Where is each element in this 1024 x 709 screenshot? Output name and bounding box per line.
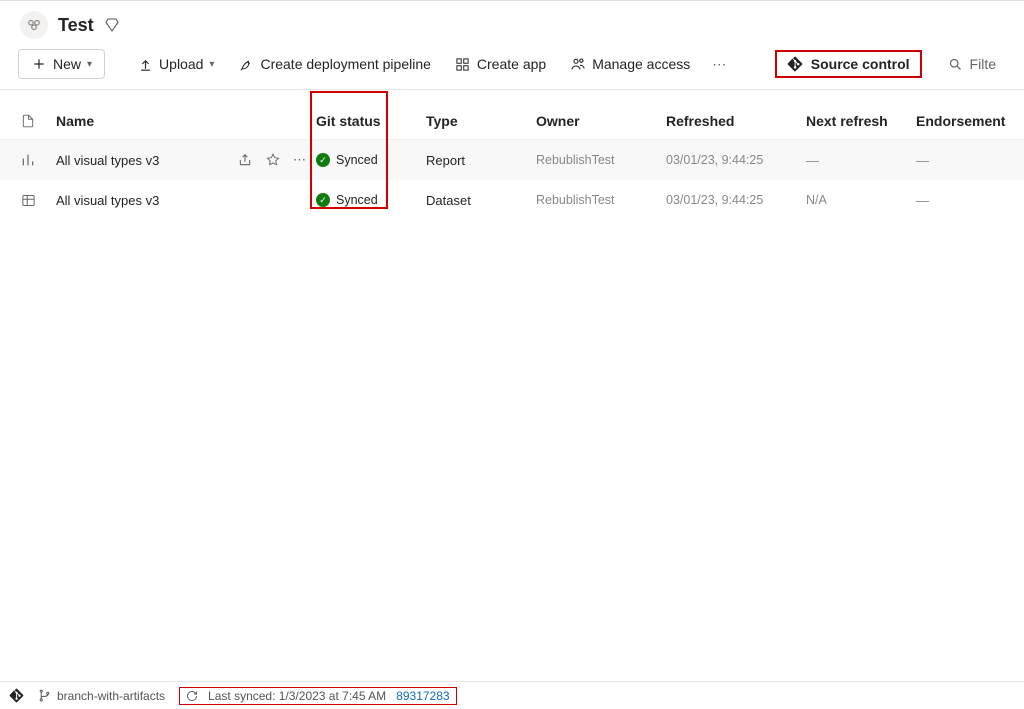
owner-cell: RebublishTest: [536, 153, 666, 167]
column-owner[interactable]: Owner: [536, 113, 666, 129]
workspace-icon: [20, 11, 48, 39]
plus-icon: [31, 56, 47, 72]
new-button[interactable]: New ▾: [18, 49, 105, 79]
sync-status[interactable]: Last synced: 1/3/2023 at 7:45 AM 8931728…: [179, 687, 457, 705]
rocket-icon: [238, 56, 254, 72]
share-icon[interactable]: [237, 152, 253, 168]
column-type[interactable]: Type: [426, 113, 536, 129]
column-refreshed[interactable]: Refreshed: [666, 113, 806, 129]
items-table: Name Git status Type Owner Refreshed Nex…: [0, 90, 1024, 220]
table-header: Name Git status Type Owner Refreshed Nex…: [0, 90, 1024, 140]
workspace-titlebar: Test: [0, 1, 1024, 45]
owner-cell: RebublishTest: [536, 193, 666, 207]
sync-icon: [186, 690, 198, 702]
item-name: All visual types v3: [56, 153, 159, 168]
filter-placeholder: Filte: [970, 56, 996, 72]
premium-diamond-icon: [104, 17, 120, 33]
manage-access-label: Manage access: [592, 56, 690, 72]
new-button-label: New: [53, 56, 81, 72]
last-synced-text: Last synced: 1/3/2023 at 7:45 AM: [208, 689, 386, 703]
git-status-cell: ✓ Synced: [316, 153, 426, 167]
next-refresh-cell: N/A: [806, 193, 916, 207]
row-actions: ⋯: [237, 152, 306, 168]
app-icon: [455, 56, 471, 72]
status-bar: branch-with-artifacts Last synced: 1/3/2…: [0, 681, 1024, 709]
column-next-refresh[interactable]: Next refresh: [806, 113, 916, 129]
filter-input[interactable]: Filte: [938, 50, 1006, 78]
branch-icon: [38, 689, 51, 702]
type-cell: Report: [426, 153, 536, 168]
create-pipeline-label: Create deployment pipeline: [260, 56, 430, 72]
create-app-button[interactable]: Create app: [445, 50, 556, 78]
toolbar: New ▾ Upload ▾ Create deployment pipelin…: [0, 45, 1024, 90]
people-icon: [570, 56, 586, 72]
branch-indicator[interactable]: branch-with-artifacts: [38, 689, 165, 703]
workspace-title: Test: [58, 15, 94, 36]
table-row[interactable]: All visual types v3 ⋯ ✓ Synced Report Re…: [0, 140, 1024, 180]
star-icon[interactable]: [265, 152, 281, 168]
next-refresh-cell: —: [806, 153, 916, 168]
column-icon: [0, 113, 56, 129]
more-options-button[interactable]: ⋯: [704, 50, 735, 79]
column-name[interactable]: Name: [56, 113, 316, 129]
create-pipeline-button[interactable]: Create deployment pipeline: [228, 50, 440, 78]
git-icon: [787, 56, 803, 72]
chevron-down-icon: ▾: [87, 59, 92, 70]
item-name: All visual types v3: [56, 193, 159, 208]
git-icon: [8, 688, 24, 704]
row-more-button[interactable]: ⋯: [293, 152, 306, 168]
git-status-cell: ✓ Synced: [316, 193, 426, 207]
dataset-icon: [0, 193, 56, 208]
refreshed-cell: 03/01/23, 9:44:25: [666, 153, 806, 167]
source-control-label: Source control: [811, 56, 910, 72]
create-app-label: Create app: [477, 56, 546, 72]
upload-label: Upload: [159, 56, 203, 72]
endorsement-cell: —: [916, 193, 1024, 208]
column-endorsement[interactable]: Endorsement: [916, 113, 1024, 129]
synced-check-icon: ✓: [316, 153, 330, 167]
endorsement-cell: —: [916, 153, 1024, 168]
refreshed-cell: 03/01/23, 9:44:25: [666, 193, 806, 207]
manage-access-button[interactable]: Manage access: [560, 50, 700, 78]
search-icon: [948, 56, 964, 72]
chevron-down-icon: ▾: [209, 59, 214, 70]
report-icon: [0, 152, 56, 168]
upload-icon: [137, 56, 153, 72]
source-control-button[interactable]: Source control: [775, 50, 922, 78]
table-row[interactable]: All visual types v3 ✓ Synced Dataset Reb…: [0, 180, 1024, 220]
type-cell: Dataset: [426, 193, 536, 208]
upload-button[interactable]: Upload ▾: [127, 50, 224, 78]
commit-hash: 89317283: [396, 689, 449, 703]
synced-check-icon: ✓: [316, 193, 330, 207]
column-git-status[interactable]: Git status: [316, 113, 426, 129]
